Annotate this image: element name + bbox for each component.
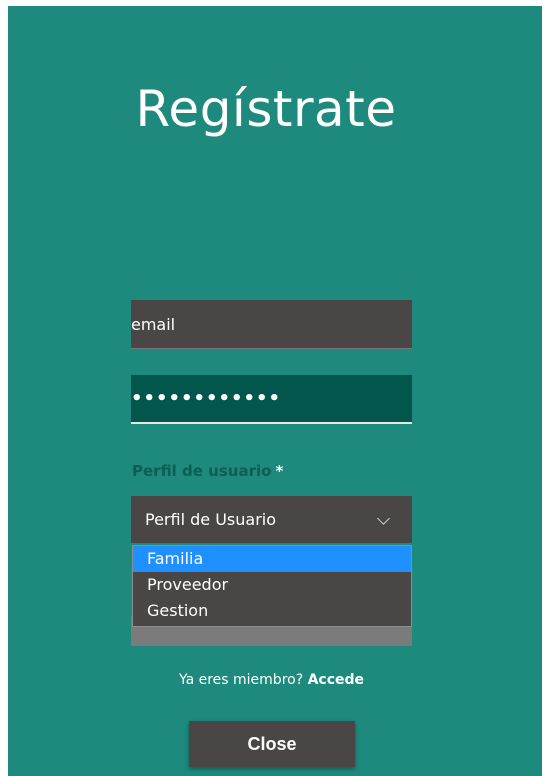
login-link[interactable]: Accede: [308, 672, 364, 688]
option-gestion[interactable]: Gestion: [133, 598, 411, 624]
profile-label-text: Perfil de usuario: [132, 462, 272, 480]
email-field[interactable]: [131, 300, 412, 349]
profile-select[interactable]: Perfil de Usuario: [131, 496, 412, 543]
chevron-down-icon: [377, 512, 390, 525]
profile-label: Perfil de usuario *: [132, 462, 283, 480]
option-familia[interactable]: Familia: [133, 546, 411, 572]
member-text: Ya eres miembro?: [178, 672, 304, 688]
required-mark: *: [275, 462, 284, 480]
password-field[interactable]: [131, 375, 412, 424]
member-prompt: Ya eres miembro? Accede: [131, 672, 412, 688]
profile-select-value: Perfil de Usuario: [145, 510, 276, 529]
profile-options-list[interactable]: Familia Proveedor Gestion: [132, 545, 412, 627]
close-button[interactable]: Close: [189, 721, 355, 767]
page-title: Regístrate: [135, 80, 397, 138]
option-proveedor[interactable]: Proveedor: [133, 572, 411, 598]
